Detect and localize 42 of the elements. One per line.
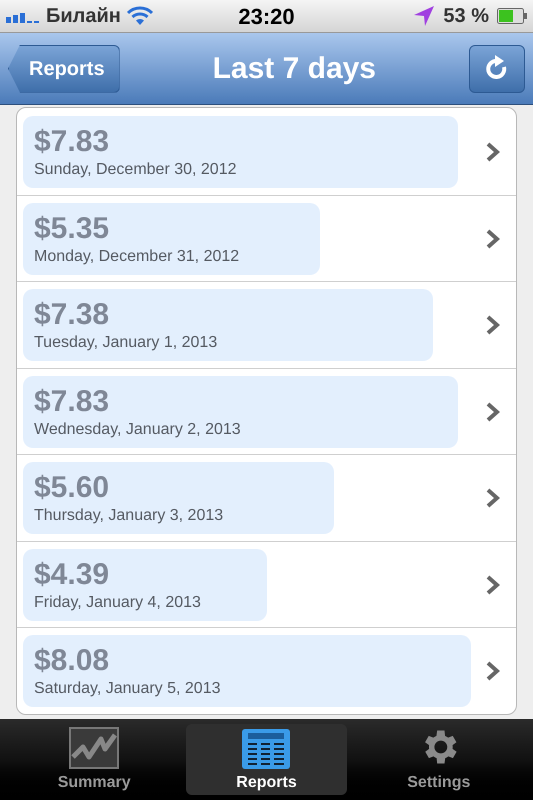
amount: $7.83 (34, 384, 110, 420)
chevron-right-icon (486, 661, 500, 681)
amount: $5.35 (34, 210, 110, 246)
wifi-icon (126, 6, 153, 26)
report-date: Monday, December 31, 2012 (34, 246, 240, 266)
screen-title: Last 7 days (212, 51, 377, 88)
amount: $4.39 (34, 556, 110, 592)
report-date: Sunday, December 30, 2012 (34, 160, 238, 180)
tab-item[interactable]: Summary (14, 724, 174, 795)
chart-icon (69, 727, 120, 769)
report-date: Tuesday, January 1, 2013 (34, 333, 218, 353)
report-row[interactable]: $7.83 Sunday, December 30, 2012 (17, 108, 516, 195)
report-row[interactable]: $4.39 Friday, January 4, 2013 (17, 540, 516, 628)
battery-percent: 53 % (443, 4, 489, 29)
chevron-right-icon (486, 142, 500, 162)
location-arrow-icon (413, 5, 436, 27)
battery-icon (497, 8, 527, 24)
amount: $5.60 (34, 470, 110, 506)
newspaper-icon (242, 729, 290, 769)
report-row[interactable]: $8.08 Saturday, January 5, 2013 (17, 627, 516, 714)
amount: $8.08 (34, 643, 110, 679)
back-button[interactable]: Reports (8, 44, 120, 93)
chevron-right-icon (486, 488, 500, 508)
report-date: Thursday, January 3, 2013 (34, 506, 224, 526)
chevron-right-icon (486, 574, 500, 594)
amount: $7.38 (34, 297, 110, 333)
report-date: Friday, January 4, 2013 (34, 592, 202, 612)
report-date: Wednesday, January 2, 2013 (34, 420, 242, 440)
report-row[interactable]: $5.35 Monday, December 31, 2012 (17, 194, 516, 282)
report-row[interactable]: $7.38 Tuesday, January 1, 2013 (17, 281, 516, 368)
report-row[interactable]: $5.60 Thursday, January 3, 2013 (17, 454, 516, 541)
chevron-right-icon (486, 228, 500, 248)
tab-item[interactable]: Settings (358, 724, 519, 795)
amount: $7.83 (34, 124, 110, 160)
chevron-right-icon (486, 402, 500, 422)
carrier-name: Билайн (46, 4, 121, 29)
report-date: Saturday, January 5, 2013 (34, 679, 222, 699)
tab-item[interactable]: Reports (186, 724, 347, 795)
report-row[interactable]: $7.83 Wednesday, January 2, 2013 (17, 368, 516, 454)
refresh-button[interactable] (469, 44, 525, 93)
clock-time: 23:20 (237, 2, 296, 30)
chevron-right-icon (486, 315, 500, 335)
